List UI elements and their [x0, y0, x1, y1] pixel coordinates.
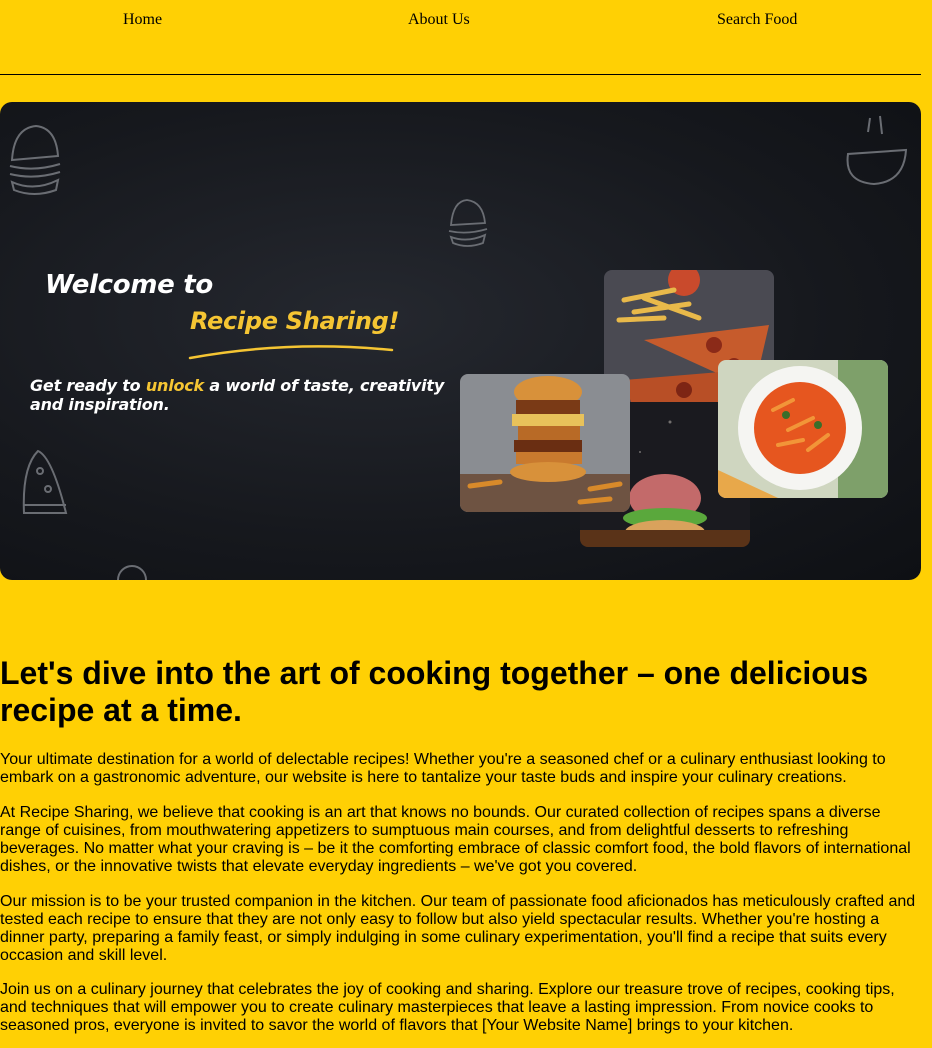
- mission-paragraph: Our mission is to be your trusted compan…: [0, 893, 916, 964]
- tagline-highlight: unlock: [145, 376, 204, 395]
- pizza-slice-doodle-icon: [22, 449, 68, 514]
- about-paragraph: At Recipe Sharing, we believe that cooki…: [0, 804, 911, 875]
- page-heading: Let's dive into the art of cooking toget…: [0, 655, 869, 728]
- top-nav: Home About Us Search Food: [0, 0, 921, 75]
- nav-search-food-link[interactable]: Search Food: [717, 11, 797, 29]
- nav-about-link[interactable]: About Us: [408, 11, 470, 29]
- pasta-plate-photo: [718, 360, 888, 498]
- burger-doodle-icon: [9, 124, 61, 195]
- hero-brand-title: Recipe Sharing!: [190, 307, 400, 335]
- burger-doodle-icon: [448, 199, 488, 247]
- intro-paragraph: Your ultimate destination for a world of…: [0, 751, 886, 786]
- invite-paragraph: Join us on a culinary journey that celeb…: [0, 981, 895, 1034]
- burger-stack-photo: [460, 374, 630, 512]
- nav-home-link[interactable]: Home: [123, 11, 162, 29]
- hero-banner: Welcome to Recipe Sharing! Get ready to …: [0, 102, 921, 580]
- hero-welcome-text: Welcome to: [45, 270, 213, 300]
- brand-underline-swoosh: [188, 345, 394, 360]
- hero-tagline: Get ready to unlock a world of taste, cr…: [30, 376, 450, 414]
- tagline-prefix: Get ready to: [30, 376, 146, 395]
- bowl-doodle-icon: [846, 115, 908, 186]
- donut-doodle-icon: [117, 565, 147, 580]
